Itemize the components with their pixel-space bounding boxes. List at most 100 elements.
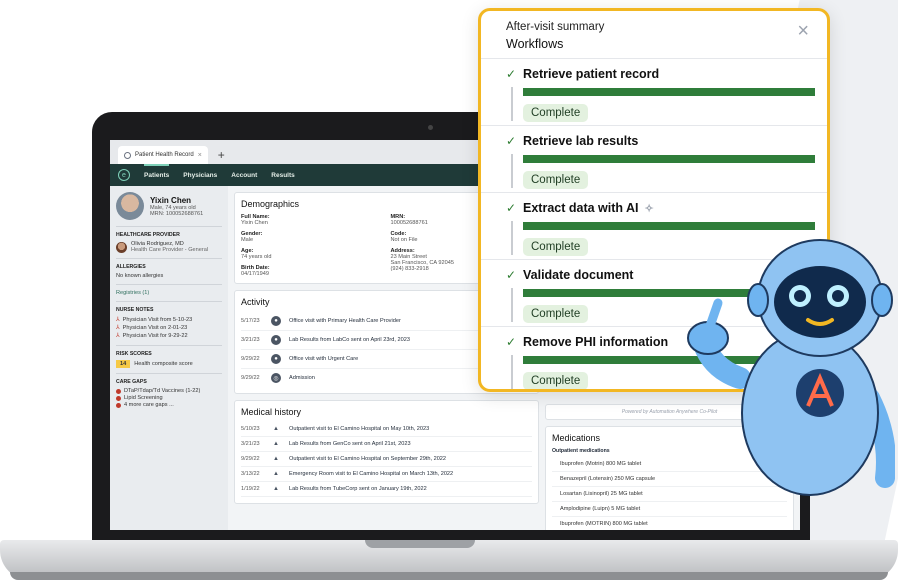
provider-title: HEALTHCARE PROVIDER (116, 232, 180, 238)
row-date: 9/29/22 (241, 375, 260, 381)
patient-sidebar: Yixin Chen Male, 74 years old MRN: 10005… (110, 186, 228, 530)
risk-label: Health composite score (134, 361, 193, 367)
pdf-icon: ⅄ (116, 325, 120, 331)
check-icon: ✓ (506, 67, 517, 81)
field-value: 04/17/1949 (241, 271, 269, 277)
provider-role: Health Care Provider - General (131, 247, 209, 253)
provider-item[interactable]: Olivia Rodriguez, MD Health Care Provide… (116, 241, 222, 253)
row-text: Lab Results from TubeCorp sent on Januar… (289, 486, 427, 492)
field-full-name: Full Name: Yixin Chen (241, 214, 383, 226)
care-gap-label: Lipid Screening (124, 395, 163, 401)
popup-header: After-visit summary Workflows × (481, 11, 827, 59)
registries-link[interactable]: Registries (1) (116, 290, 149, 296)
care-gap-item[interactable]: 4 more care gaps ... (116, 402, 222, 408)
history-row[interactable]: 3/13/22 ▲ Emergency Room visit to El Camin… (241, 467, 532, 482)
tab-label: Patient Health Record (135, 152, 194, 158)
care-gaps-section: CARE GAPS DTaP/Tdap/Td Vaccines (1-22) L… (116, 374, 222, 414)
tab-close-icon[interactable]: × (198, 152, 202, 159)
row-date: 3/21/23 (241, 441, 260, 447)
field-value: 74 years old (241, 254, 272, 260)
workflow-step[interactable]: ✓ Retrieve lab results Complete (481, 126, 827, 193)
care-gap-label: 4 more care gaps ... (124, 402, 174, 408)
pdf-icon: ⅄ (116, 333, 120, 339)
popup-subtitle: After-visit summary (506, 21, 605, 33)
nav-physicians[interactable]: Physicians (183, 172, 217, 179)
patient-avatar (116, 192, 144, 220)
risk-row: 14 Health composite score (116, 360, 222, 368)
flask-icon: ▲ (273, 456, 279, 462)
browser-tab[interactable]: Patient Health Record × (118, 146, 208, 164)
step-name: Retrieve patient record (523, 67, 813, 81)
nurse-notes-section: NURSE NOTES ⅄ Physician Visit from 5-10-2… (116, 302, 222, 346)
medical-history-title: Medical history (241, 407, 302, 417)
row-text: Emergency Room visit to El Camino Hospit… (289, 471, 454, 477)
close-icon[interactable]: × (797, 21, 809, 41)
nurse-note-label: Physician Visit on 2-01-23 (122, 324, 188, 331)
robot-visor (774, 266, 866, 338)
nav-account[interactable]: Account (231, 172, 257, 179)
site-logo-icon (124, 151, 131, 159)
admission-icon: ◎ (271, 373, 281, 383)
care-gaps-title: CARE GAPS (116, 379, 147, 385)
allergies-title: ALLERGIES (116, 264, 146, 270)
nav-results[interactable]: Results (271, 172, 294, 179)
new-tab-button[interactable]: + (218, 146, 225, 164)
provider-section: HEALTHCARE PROVIDER Olivia Rodriguez, MD… (116, 227, 222, 259)
row-date: 5/10/23 (241, 426, 260, 432)
row-date: 1/19/22 (241, 486, 260, 492)
flask-icon: ▲ (273, 471, 279, 477)
status-badge: Complete (523, 305, 589, 323)
care-gap-item[interactable]: Lipid Screening (116, 395, 222, 401)
check-icon: ✓ (506, 335, 517, 349)
history-row[interactable]: 9/29/22 ▲ Outpatient visit to El Camino Ho… (241, 452, 532, 467)
check-icon: ✓ (506, 201, 517, 215)
patient-name: Yixin Chen (150, 195, 192, 205)
risk-score-badge: 14 (116, 360, 131, 368)
registries-section: Registries (1) (116, 285, 222, 302)
nurse-note-label: Physician Visit for 9-29-22 (122, 332, 188, 339)
robot-ear-right (871, 283, 893, 317)
alert-icon (116, 395, 121, 401)
field-value: Male (241, 237, 254, 243)
flask-icon: ▲ (273, 486, 279, 492)
field-age: Age: 74 years old Birth Date: 04/17/1949 (241, 248, 383, 277)
nurse-note-item[interactable]: ⅄ Physician Visit from 5-10-23 (116, 316, 222, 324)
nurse-note-item[interactable]: ⅄ Physician Visit for 9-29-22 (116, 332, 222, 340)
step-connector (511, 221, 513, 255)
app-logo-icon[interactable]: e (118, 169, 130, 181)
nurse-note-item[interactable]: ⅄ Physician Visit on 2-01-23 (116, 324, 222, 332)
step-name: Extract data with AI ✧ (523, 201, 813, 215)
allergies-value: No known allergies (116, 273, 164, 279)
step-progress (523, 155, 815, 163)
row-date: 9/29/22 (241, 456, 260, 462)
person-icon: ● (271, 335, 281, 345)
row-text: Office visit with Primary Health Care Pr… (289, 318, 401, 324)
allergies-section: ALLERGIES No known allergies (116, 259, 222, 285)
check-icon: ✓ (506, 268, 517, 282)
history-row[interactable]: 1/19/22 ▲ Lab Results from TubeCorp sent o… (241, 482, 532, 497)
status-badge: Complete (523, 171, 589, 189)
risk-section: RISK SCORES 14 Health composite score (116, 346, 222, 374)
provider-avatar (116, 241, 127, 253)
workflow-step[interactable]: ✓ Retrieve patient record Complete (481, 59, 827, 126)
nurse-notes-title: NURSE NOTES (116, 307, 154, 313)
person-icon: ● (271, 354, 281, 364)
row-date: 3/13/22 (241, 471, 260, 477)
flask-icon: ▲ (273, 441, 279, 447)
step-label: Retrieve patient record (523, 67, 660, 81)
history-row[interactable]: 3/21/23 ▲ Lab Results from GenCo sent on A… (241, 437, 532, 452)
row-text: Admission (289, 375, 315, 381)
nav-patients[interactable]: Patients (144, 163, 170, 179)
sparkle-icon: ✧ (644, 202, 654, 215)
row-text: Office visit with Urgent Care (289, 356, 359, 362)
history-row[interactable]: 5/10/23 ▲ Outpatient visit to El Camino Ho… (241, 422, 532, 437)
care-gap-item[interactable]: DTaP/Tdap/Td Vaccines (1-22) (116, 388, 222, 394)
person-icon: ● (271, 316, 281, 326)
step-label: Extract data with AI (523, 201, 639, 215)
flask-icon: ▲ (273, 426, 279, 432)
nurse-note-label: Physician Visit from 5-10-23 (122, 316, 193, 323)
care-gap-label: DTaP/Tdap/Td Vaccines (1-22) (124, 388, 201, 394)
laptop-notch (365, 540, 475, 548)
field-gender: Gender: Male (241, 231, 383, 243)
robot-mascot (687, 239, 895, 496)
